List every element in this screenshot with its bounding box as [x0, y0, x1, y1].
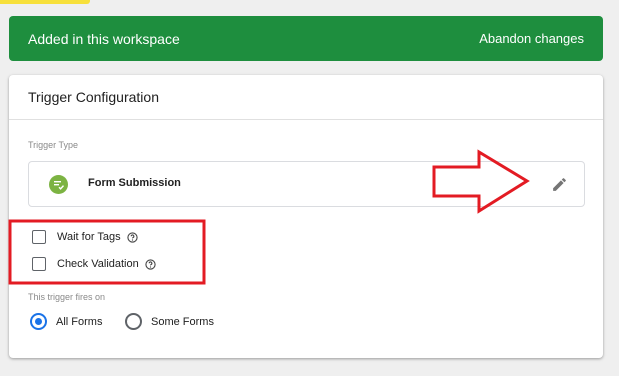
all-forms-label: All Forms: [56, 315, 103, 328]
all-forms-radio[interactable]: [30, 313, 47, 330]
some-forms-radio[interactable]: [125, 313, 142, 330]
wait-for-tags-option[interactable]: Wait for Tags: [32, 230, 138, 244]
trigger-configuration-card: Trigger Configuration Trigger Type Form …: [9, 75, 603, 358]
trigger-type-label: Trigger Type: [28, 140, 79, 150]
some-forms-radio-option[interactable]: Some Forms: [125, 313, 214, 330]
wait-for-tags-label: Wait for Tags: [57, 231, 121, 243]
banner-title: Added in this workspace: [28, 30, 180, 47]
fires-on-label: This trigger fires on: [28, 292, 106, 302]
some-forms-label: Some Forms: [151, 315, 214, 328]
all-forms-radio-option[interactable]: All Forms: [30, 313, 102, 330]
workspace-status-banner: Added in this workspace Abandon changes: [9, 16, 603, 61]
pencil-icon[interactable]: [551, 176, 568, 193]
help-icon[interactable]: [145, 258, 156, 270]
top-accent-strip: [0, 0, 90, 4]
check-validation-checkbox[interactable]: [32, 257, 46, 271]
trigger-type-name: Form Submission: [88, 177, 181, 189]
check-validation-option[interactable]: Check Validation: [32, 257, 156, 271]
radio-selected-dot: [35, 318, 42, 325]
trigger-type-selector[interactable]: Form Submission: [28, 161, 585, 207]
form-submission-icon: [49, 175, 68, 194]
card-title: Trigger Configuration: [9, 75, 603, 120]
wait-for-tags-checkbox[interactable]: [32, 230, 46, 244]
abandon-changes-button[interactable]: Abandon changes: [479, 31, 584, 46]
help-icon[interactable]: [126, 231, 138, 243]
check-validation-label: Check Validation: [57, 258, 139, 270]
